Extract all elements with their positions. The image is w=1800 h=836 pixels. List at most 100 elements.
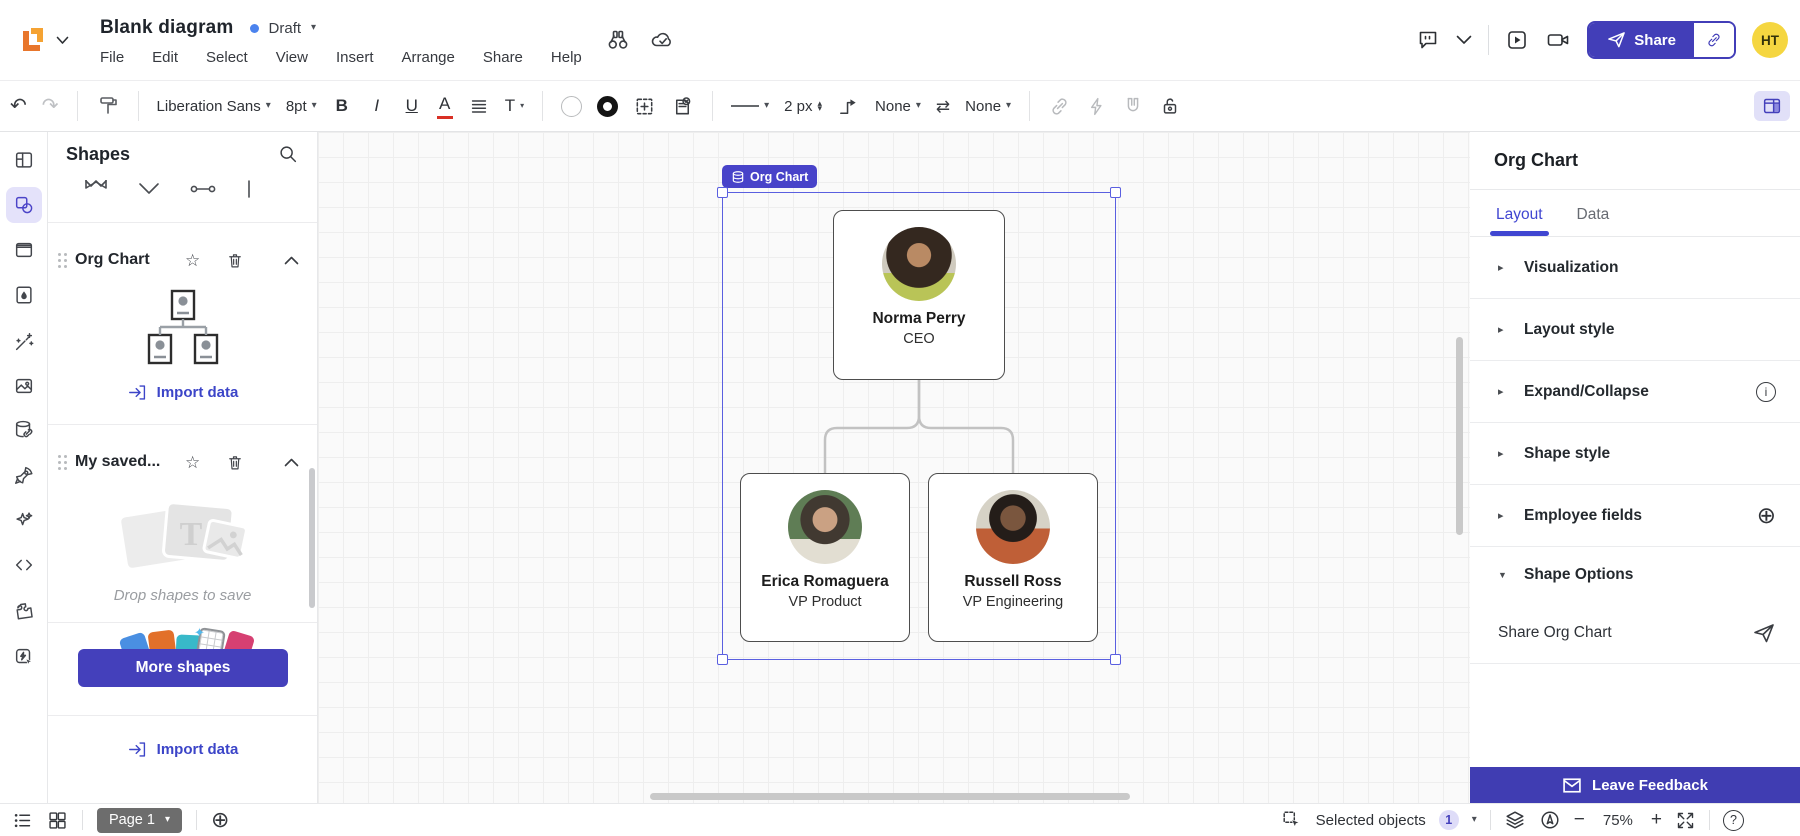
chevron-shape[interactable] xyxy=(138,182,160,196)
panel-scrollbar[interactable] xyxy=(309,468,315,608)
zoom-in-button[interactable]: + xyxy=(1651,809,1662,831)
section-visualization[interactable]: ▸ Visualization xyxy=(1470,237,1800,299)
rail-magic-wand[interactable] xyxy=(6,324,42,360)
frame-canvas-icon[interactable] xyxy=(633,95,656,118)
zoom-level[interactable]: 75% xyxy=(1598,812,1638,829)
favorite-star-icon[interactable]: ☆ xyxy=(185,454,200,471)
info-icon[interactable]: i xyxy=(1756,381,1776,402)
pan-navigation-icon[interactable] xyxy=(1539,809,1561,831)
collapse-header-chevron-icon[interactable] xyxy=(1456,35,1472,45)
menu-insert[interactable]: Insert xyxy=(336,49,374,66)
draft-status-label[interactable]: Draft xyxy=(269,20,302,37)
banner-shape[interactable] xyxy=(84,180,108,198)
comments-icon[interactable] xyxy=(1416,28,1440,52)
canvas[interactable]: Org Chart Norma Perry CEO Erica Romaguer… xyxy=(318,132,1470,803)
font-family-select[interactable]: Liberation Sans ▾ xyxy=(157,98,271,115)
text-style-button[interactable]: T ▾ xyxy=(505,96,524,116)
format-painter-icon[interactable] xyxy=(96,94,120,118)
collapse-section-icon[interactable] xyxy=(284,458,299,467)
selection-handle-nw[interactable] xyxy=(717,187,728,198)
undo-button[interactable]: ↶ xyxy=(10,96,27,116)
rail-embed-code[interactable] xyxy=(6,547,42,583)
search-icon[interactable] xyxy=(277,143,299,165)
canvas-vertical-scrollbar[interactable] xyxy=(1456,337,1463,535)
selection-handle-sw[interactable] xyxy=(717,654,728,665)
zoom-out-button[interactable]: − xyxy=(1574,809,1585,831)
present-play-icon[interactable] xyxy=(1505,28,1529,52)
paper-plane-icon[interactable] xyxy=(1752,622,1776,644)
stepper-down-icon[interactable]: ▾ xyxy=(818,104,823,113)
fill-color-button[interactable] xyxy=(561,95,583,117)
connector-shape[interactable] xyxy=(190,182,216,196)
copy-link-button[interactable] xyxy=(1694,23,1734,57)
rail-rocket-templates[interactable] xyxy=(6,457,42,493)
underline-button[interactable]: U xyxy=(402,96,422,116)
rail-window-layers[interactable] xyxy=(6,232,42,268)
menu-arrange[interactable]: Arrange xyxy=(402,49,455,66)
redo-button[interactable]: ↷ xyxy=(42,96,59,116)
more-shapes-button[interactable]: More shapes xyxy=(78,649,288,687)
help-button[interactable]: ? xyxy=(1723,809,1744,831)
menu-help[interactable]: Help xyxy=(551,49,582,66)
right-panel-toggle[interactable] xyxy=(1754,91,1790,121)
line-color-button[interactable] xyxy=(597,95,619,117)
actions-lightning-icon[interactable] xyxy=(1086,96,1107,117)
selection-handle-ne[interactable] xyxy=(1110,187,1121,198)
bottom-import-data-link[interactable]: Import data xyxy=(48,740,317,759)
page-grid-icon[interactable] xyxy=(47,810,68,831)
tab-data[interactable]: Data xyxy=(1577,206,1610,236)
add-field-icon[interactable]: ⊕ xyxy=(1757,504,1776,527)
leave-feedback-button[interactable]: Leave Feedback xyxy=(1470,767,1800,803)
page-selector-button[interactable]: Page 1 ▾ xyxy=(97,807,182,833)
line-width-stepper[interactable]: 2 px ▴ ▾ xyxy=(784,98,822,115)
lucid-logo[interactable] xyxy=(16,23,88,57)
layers-icon[interactable] xyxy=(1504,809,1526,831)
selection-handle-se[interactable] xyxy=(1110,654,1121,665)
section-shape-style[interactable]: ▸ Shape style xyxy=(1470,423,1800,485)
section-shape-options[interactable]: ▼ Shape Options xyxy=(1470,547,1800,602)
drag-handle-icon[interactable] xyxy=(58,454,67,470)
arrow-end-select[interactable]: None ▾ xyxy=(965,98,1011,115)
rail-shapes[interactable] xyxy=(6,187,42,223)
trash-icon[interactable] xyxy=(226,251,244,270)
fullscreen-icon[interactable] xyxy=(1675,810,1696,831)
rail-ai-sparkle[interactable] xyxy=(6,502,42,538)
canvas-horizontal-scrollbar[interactable] xyxy=(650,793,1130,800)
menu-select[interactable]: Select xyxy=(206,49,248,66)
document-title[interactable]: Blank diagram xyxy=(100,17,234,39)
rail-integrations-puzzle[interactable] xyxy=(6,593,42,629)
menu-view[interactable]: View xyxy=(276,49,308,66)
share-org-chart-row[interactable]: Share Org Chart xyxy=(1470,602,1800,664)
favorite-star-icon[interactable]: ☆ xyxy=(185,252,200,269)
text-align-icon[interactable] xyxy=(468,95,490,117)
menu-file[interactable]: File xyxy=(100,49,124,66)
selected-objects-caret-icon[interactable]: ▾ xyxy=(1472,815,1477,825)
italic-button[interactable]: I xyxy=(367,96,387,116)
arrow-start-select[interactable]: None ▾ xyxy=(875,98,921,115)
section-expand-collapse[interactable]: ▸ Expand/Collapse i xyxy=(1470,361,1800,423)
collapse-section-icon[interactable] xyxy=(284,256,299,265)
rail-document-overview[interactable] xyxy=(6,142,42,178)
swap-arrows-icon[interactable]: ⇄ xyxy=(936,98,950,115)
menu-share[interactable]: Share xyxy=(483,49,523,66)
selected-objects-label[interactable]: Selected objects xyxy=(1316,812,1426,829)
shape-data-icon[interactable] xyxy=(671,95,694,118)
tab-layout[interactable]: Layout xyxy=(1490,206,1549,236)
add-page-icon[interactable]: ⊕ xyxy=(211,807,229,833)
selection-group-badge[interactable]: Org Chart xyxy=(722,165,818,188)
document-list-icon[interactable] xyxy=(12,810,33,831)
line-style-select[interactable]: ▾ xyxy=(731,101,769,111)
share-button[interactable]: Share xyxy=(1587,21,1736,59)
org-node-vp-product[interactable]: Erica Romaguera VP Product xyxy=(740,473,910,642)
menu-edit[interactable]: Edit xyxy=(152,49,178,66)
rail-styles-ink[interactable] xyxy=(6,277,42,313)
line-shape[interactable] xyxy=(246,180,252,198)
find-binoculars-icon[interactable] xyxy=(606,28,630,52)
rail-images[interactable] xyxy=(6,368,42,404)
rail-automation[interactable] xyxy=(6,639,42,675)
section-layout-style[interactable]: ▸ Layout style xyxy=(1470,299,1800,361)
rail-data-linking[interactable] xyxy=(6,412,42,448)
video-camera-icon[interactable] xyxy=(1545,28,1571,52)
org-chart-shape-preview[interactable] xyxy=(139,289,227,365)
section-employee-fields[interactable]: ▸ Employee fields ⊕ xyxy=(1470,485,1800,547)
